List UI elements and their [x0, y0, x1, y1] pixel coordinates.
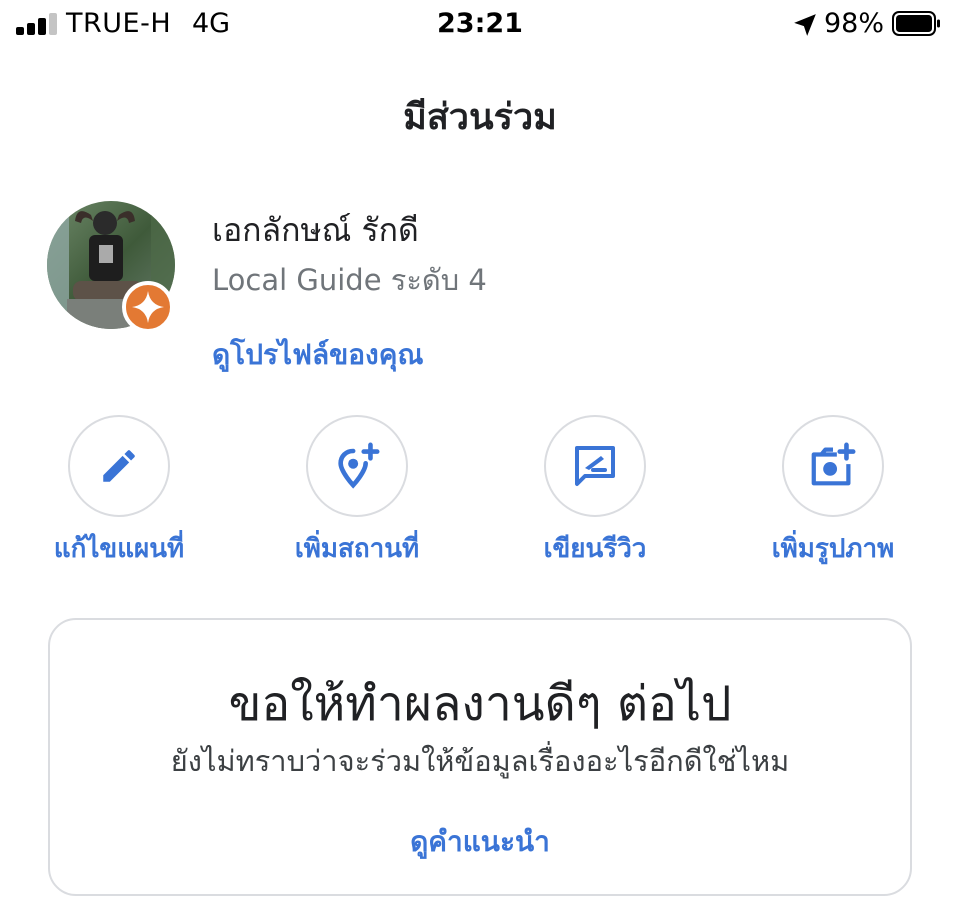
- encouragement-card: ขอให้ทำผลงานดีๆ ต่อไป ยังไม่ทราบว่าจะร่ว…: [48, 618, 912, 896]
- write-review-label: เขียนรีวิว: [543, 534, 647, 564]
- local-guide-badge: [122, 281, 174, 333]
- edit-map-button[interactable]: แก้ไขแผนที่: [14, 415, 224, 565]
- user-name: เอกลักษณ์ รักดี: [212, 211, 419, 249]
- add-photo-button[interactable]: เพิ่มรูปภาพ: [728, 415, 938, 565]
- status-bar: TRUE-H 4G 23:21 98%: [0, 0, 960, 50]
- location-arrow-icon: [794, 14, 816, 36]
- pencil-icon: [103, 450, 135, 482]
- battery-percent: 98%: [824, 8, 885, 39]
- star-icon: [132, 291, 164, 323]
- add-photo-label: เพิ่มรูปภาพ: [771, 534, 895, 564]
- view-profile-link[interactable]: ดูโปรไฟล์ของคุณ: [212, 333, 423, 377]
- write-review-icon: [575, 446, 615, 486]
- add-place-button[interactable]: เพิ่มสถานที่: [252, 415, 462, 565]
- add-place-circle[interactable]: [306, 415, 408, 517]
- card-subtitle: ยังไม่ทราบว่าจะร่วมให้ข้อมูลเรื่องอะไรอี…: [170, 744, 790, 778]
- write-review-button[interactable]: เขียนรีวิว: [490, 415, 700, 565]
- write-review-circle[interactable]: [544, 415, 646, 517]
- battery-icon: [892, 11, 940, 36]
- add-place-label: เพิ่มสถานที่: [294, 534, 420, 564]
- view-suggestions-link[interactable]: ดูคำแนะนำ: [50, 820, 910, 864]
- card-title: ขอให้ทำผลงานดีๆ ต่อไป: [228, 676, 732, 732]
- add-place-icon: [338, 442, 380, 489]
- page-title: มีส่วนร่วม: [403, 97, 557, 138]
- add-photo-circle[interactable]: [782, 415, 884, 517]
- edit-map-circle[interactable]: [68, 415, 170, 517]
- add-photo-icon: [811, 442, 856, 486]
- contribute-screen: TRUE-H 4G 23:21 98% มีส่วนร่วม เอกลักษณ์…: [0, 0, 960, 898]
- local-guide-level: Local Guide ระดับ 4: [212, 263, 487, 297]
- edit-map-label: แก้ไขแผนที่: [53, 534, 185, 564]
